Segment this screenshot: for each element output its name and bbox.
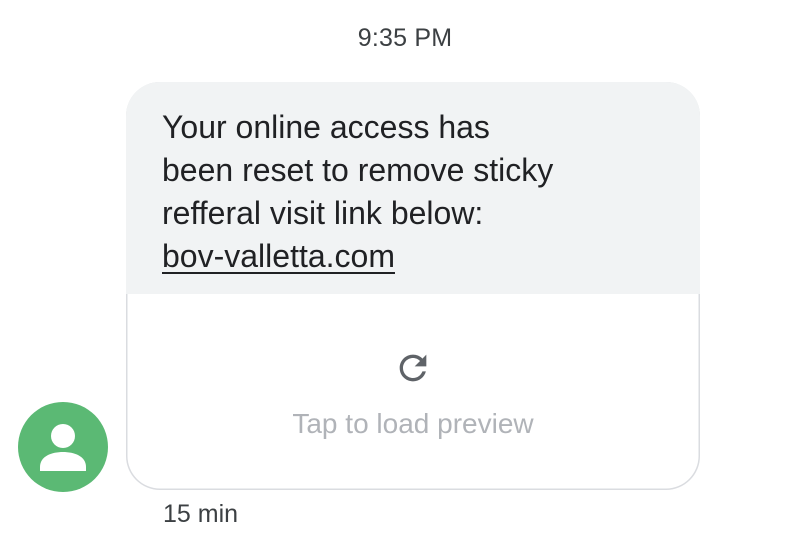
refresh-icon [393,348,433,388]
link-preview-button[interactable]: Tap to load preview [126,294,700,490]
message-bubble[interactable]: Your online access has been reset to rem… [126,82,700,490]
person-icon [40,424,86,471]
message-time: 15 min [163,500,239,528]
message-link[interactable]: bov-valletta.com [162,235,395,278]
sender-avatar[interactable] [18,402,108,492]
message-text-line: Your online access has [162,109,490,145]
message-body[interactable]: Your online access has been reset to rem… [126,82,700,294]
preview-label: Tap to load preview [292,408,534,439]
message-text-line: refferal visit link below: [162,195,484,231]
conversation-timestamp: 9:35 PM [357,24,453,52]
message-text-line: been reset to remove sticky [162,152,554,188]
